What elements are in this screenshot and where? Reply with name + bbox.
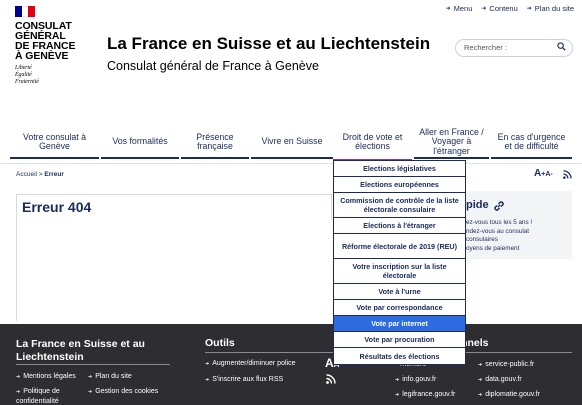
footer-link-mentions[interactable]: ➜ Mentions légales	[16, 372, 76, 382]
arrow-right-icon: ➜	[478, 392, 483, 398]
nav-item-urgence[interactable]: En cas d'urgence et de difficulté	[491, 120, 572, 164]
breadcrumb-current: Erreur	[44, 171, 64, 178]
dropdown-item-procuration[interactable]: Vote par procuration	[334, 332, 465, 348]
dropdown-item-correspondance[interactable]: Vote par correspondance	[334, 300, 465, 316]
breadcrumb-home[interactable]: Accueil	[16, 171, 37, 178]
font-size-tools[interactable]: A+A-	[534, 168, 553, 179]
arrow-right-icon: ➜	[478, 377, 483, 383]
footer-link-font-size[interactable]: ➜ Augmenter/diminuer police	[205, 359, 295, 369]
rss-icon[interactable]	[326, 374, 336, 384]
arrow-right-icon: ➜	[88, 389, 93, 395]
dropdown-item-resultats[interactable]: Résultats des élections	[334, 348, 465, 364]
top-link-menu[interactable]: ➜ Menu	[446, 4, 473, 13]
dropdown-item-reforme[interactable]: Réforme électorale de 2019 (REU)	[334, 234, 465, 259]
french-flag-icon	[15, 6, 36, 17]
arrow-right-icon: ➜	[481, 6, 487, 12]
footer-link-data-gouv[interactable]: ➜ data.gouv.fr	[478, 375, 522, 385]
dropdown-item-internet[interactable]: Vote par internet	[334, 316, 465, 332]
nav-item-formalites[interactable]: Vos formalités	[101, 120, 179, 164]
footer-link-service-public[interactable]: ➜ service-public.fr	[478, 360, 534, 370]
arrow-right-icon: ➜	[395, 392, 400, 398]
dropdown-item-europeennes[interactable]: Elections européennes	[334, 177, 465, 193]
site-title[interactable]: La France en Suisse et au Liechtenstein	[107, 34, 430, 54]
arrow-right-icon: ➜	[395, 377, 400, 383]
footer-link-rss[interactable]: ➜ S'inscrire aux flux RSS	[205, 375, 283, 385]
vote-dropdown-menu: Elections législatives Elections europée…	[333, 160, 466, 365]
footer-title-outils: Outils	[205, 337, 235, 349]
nav-item-vote[interactable]: Droit de vote et élections	[333, 120, 412, 164]
top-link-contenu[interactable]: ➜ Contenu	[481, 4, 517, 13]
logo-wordmark: CONSULAT GÉNÉRAL DE FRANCE À GENÈVE	[15, 20, 76, 62]
nav-divider	[0, 163, 582, 164]
search-icon[interactable]	[557, 42, 566, 51]
dropdown-item-legislatives[interactable]: Elections législatives	[334, 161, 465, 177]
arrow-right-icon: ➜	[445, 6, 451, 12]
dropdown-item-inscription[interactable]: Votre inscription sur la liste électoral…	[334, 259, 465, 284]
site-subtitle: Consulat général de France à Genève	[107, 59, 319, 73]
error-content	[16, 220, 332, 321]
footer-link-info-gouv[interactable]: ➜ info.gouv.fr	[395, 375, 436, 385]
footer-link-confidentialite[interactable]: ➜ Politique de confidentialité	[16, 387, 88, 405]
main-navigation: Votre consulat à Genève Vos formalités P…	[10, 120, 572, 164]
nav-item-voyager[interactable]: Aller en France / Voyager à l'étranger	[414, 120, 489, 164]
nav-item-vivre[interactable]: Vivre en Suisse	[251, 120, 333, 164]
quick-access-title: pide	[466, 199, 489, 211]
arrow-right-icon: ➜	[526, 6, 532, 12]
arrow-right-icon: ➜	[16, 374, 21, 380]
nav-item-consulat[interactable]: Votre consulat à Genève	[10, 120, 99, 164]
top-link-plan[interactable]: ➜ Plan du site	[527, 4, 574, 13]
dropdown-item-commission[interactable]: Commission de contrôle de la liste élect…	[334, 193, 465, 218]
footer-link-cookies[interactable]: ➜ Gestion des cookies	[88, 387, 158, 397]
arrow-right-icon: ➜	[205, 361, 210, 367]
republic-motto: Liberté Égalité Fraternité	[15, 65, 39, 85]
arrow-right-icon: ➜	[478, 362, 483, 368]
arrow-right-icon: ➜	[88, 374, 93, 380]
top-links: ➜ Menu ➜ Contenu ➜ Plan du site	[446, 4, 574, 13]
breadcrumb: Accueil > Erreur	[16, 171, 64, 178]
arrow-right-icon: ➜	[205, 377, 210, 383]
arrow-right-icon: ➜	[16, 389, 21, 395]
quick-access-links[interactable]: ez-vous tous les 5 ans ! ndez-vous au co…	[466, 219, 532, 253]
footer-link-diplomatie[interactable]: ➜ diplomatie.gouv.fr	[478, 390, 540, 400]
search-input[interactable]: Rechercher :	[455, 39, 573, 57]
dropdown-item-etranger[interactable]: Elections à l'étranger	[334, 218, 465, 234]
footer-title-site: La France en Suisse et au Liechtenstein	[16, 338, 145, 363]
page-title: Erreur 404	[22, 199, 92, 215]
rss-icon[interactable]	[563, 170, 572, 179]
footer-divider	[16, 364, 170, 365]
footer-link-legifrance[interactable]: ➜ legifrance.gouv.fr	[395, 390, 455, 400]
nav-item-presence[interactable]: Présence française	[181, 120, 249, 164]
consulate-logo[interactable]: CONSULAT GÉNÉRAL DE FRANCE À GENÈVE Libe…	[15, 6, 87, 86]
footer-link-plan[interactable]: ➜ Plan du site	[88, 372, 132, 382]
dropdown-item-urne[interactable]: Vote à l'urne	[334, 284, 465, 300]
link-icon	[494, 201, 504, 211]
